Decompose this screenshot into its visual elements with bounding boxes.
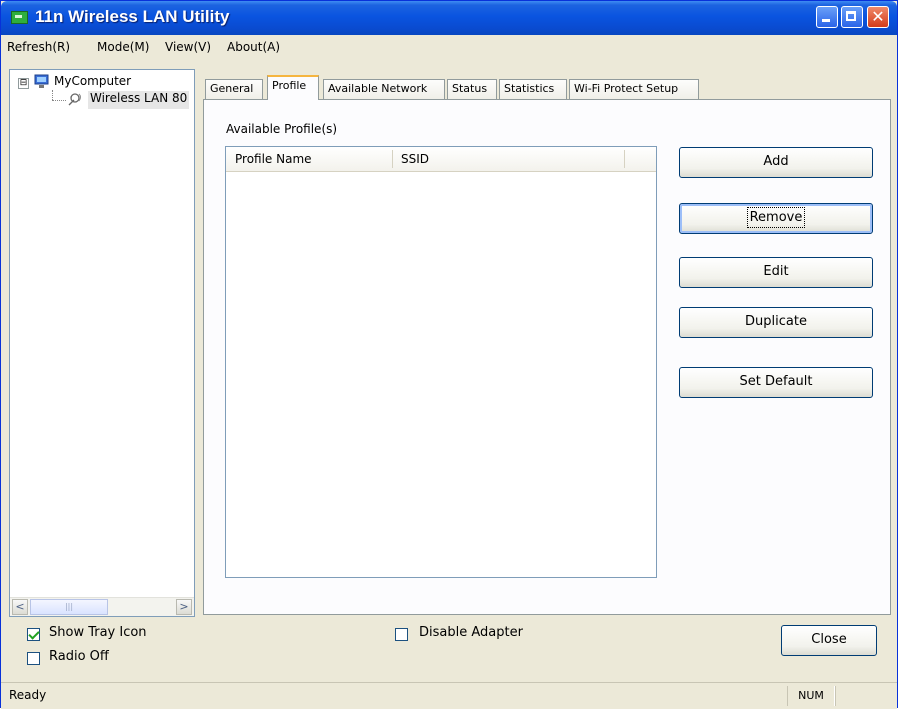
minimize-button[interactable] <box>816 6 838 28</box>
tab-general[interactable]: General <box>205 79 263 99</box>
status-bar: Ready NUM <box>1 682 897 709</box>
close-button[interactable]: Close <box>781 625 877 656</box>
tab-wifi-protect-setup[interactable]: Wi-Fi Protect Setup <box>569 79 699 99</box>
tab-statistics[interactable]: Statistics <box>499 79 567 99</box>
status-text: Ready <box>9 688 47 702</box>
radio-off-checkbox[interactable] <box>27 652 40 665</box>
add-button[interactable]: Add <box>679 147 873 178</box>
disable-adapter-checkbox[interactable] <box>395 628 408 641</box>
scroll-left-button[interactable]: < <box>12 599 28 615</box>
menu-mode[interactable]: Mode(M) <box>97 40 149 54</box>
show-tray-icon-label[interactable]: Show Tray Icon <box>49 625 147 640</box>
tab-status[interactable]: Status <box>447 79 497 99</box>
computer-icon <box>34 74 49 88</box>
column-ssid[interactable]: SSID <box>401 152 429 166</box>
menu-about[interactable]: About(A) <box>227 40 280 54</box>
profile-list-header: Profile Name SSID <box>226 147 656 172</box>
profile-list[interactable]: Profile Name SSID <box>225 146 657 578</box>
scroll-thumb[interactable]: ||| <box>30 599 108 615</box>
remove-button[interactable]: Remove <box>679 203 873 234</box>
available-profiles-label: Available Profile(s) <box>226 122 338 136</box>
tab-available-network[interactable]: Available Network <box>323 79 445 99</box>
tab-profile[interactable]: Profile <box>267 75 319 100</box>
status-cell <box>835 686 876 706</box>
menu-bar: Refresh(R) Mode(M) View(V) About(A) <box>1 35 897 63</box>
column-profile-name[interactable]: Profile Name <box>235 152 312 166</box>
profile-panel: Available Profile(s) Profile Name SSID A… <box>203 99 891 615</box>
menu-view[interactable]: View(V) <box>165 40 211 54</box>
disable-adapter-label[interactable]: Disable Adapter <box>419 625 523 640</box>
scroll-right-button[interactable]: > <box>176 599 192 615</box>
close-window-button[interactable]: ✕ <box>867 6 889 28</box>
duplicate-button[interactable]: Duplicate <box>679 307 873 338</box>
radio-off-label[interactable]: Radio Off <box>49 649 109 664</box>
num-lock-indicator: NUM <box>787 686 835 706</box>
tree-item-wireless-lan[interactable]: Wireless LAN 80 <box>88 91 190 109</box>
title-bar[interactable]: 11n Wireless LAN Utility ✕ <box>1 1 897 35</box>
show-tray-icon-checkbox[interactable] <box>27 628 40 641</box>
collapse-icon[interactable]: ⊟ <box>18 78 29 89</box>
edit-button[interactable]: Edit <box>679 257 873 288</box>
maximize-button[interactable] <box>841 6 863 28</box>
tree-child-label: Wireless LAN 80 <box>90 91 188 105</box>
wireless-card-icon <box>11 11 28 24</box>
tree-horizontal-scrollbar[interactable]: < ||| > <box>10 597 194 616</box>
set-default-button[interactable]: Set Default <box>679 367 873 398</box>
tree-root-label[interactable]: MyComputer <box>54 74 131 88</box>
device-tree[interactable]: ⊟ MyComputer Wireless LAN 80 < ||| > <box>9 69 195 617</box>
app-window: 11n Wireless LAN Utility ✕ Refresh(R) Mo… <box>0 0 898 709</box>
close-icon: ✕ <box>871 7 885 26</box>
window-title: 11n Wireless LAN Utility <box>35 7 230 26</box>
menu-refresh[interactable]: Refresh(R) <box>7 40 70 54</box>
wireless-adapter-icon <box>68 93 81 106</box>
